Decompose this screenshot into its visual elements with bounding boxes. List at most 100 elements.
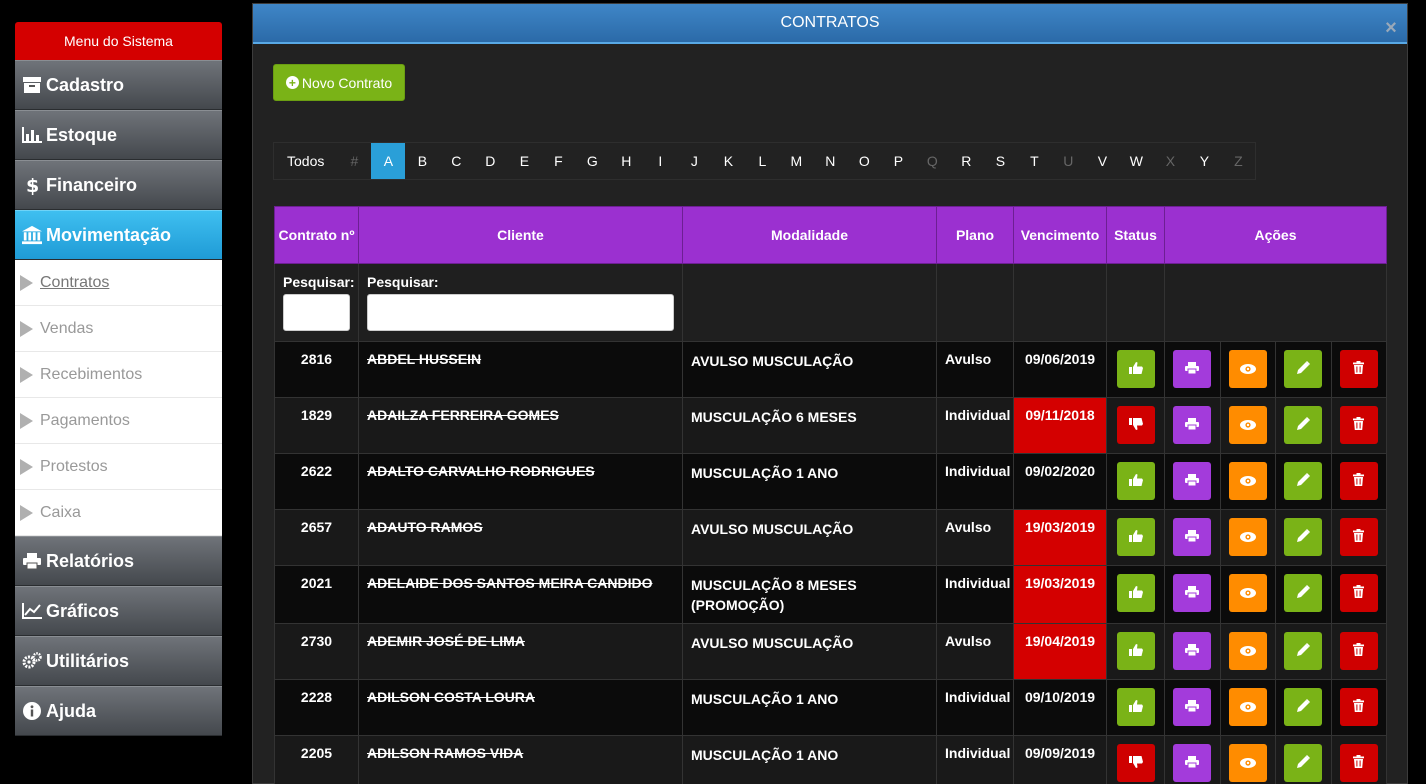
delete-button[interactable]	[1339, 518, 1378, 556]
delete-button[interactable]	[1339, 462, 1378, 500]
filter-todos[interactable]: Todos	[274, 143, 337, 179]
print-button[interactable]	[1173, 632, 1212, 670]
menu-item-financeiro[interactable]: $ Financeiro	[15, 160, 222, 210]
status-button[interactable]	[1116, 688, 1155, 726]
print-button[interactable]	[1173, 688, 1212, 726]
menu-item-movimentacao[interactable]: Movimentação	[15, 210, 222, 260]
filter-letter[interactable]: B	[405, 143, 439, 179]
header-contrato[interactable]: Contrato nº	[274, 206, 359, 264]
table-row[interactable]: 2205 ADILSON RAMOS VIDA MUSCULAÇÃO 1 ANO In…	[274, 735, 1387, 784]
status-button[interactable]	[1116, 462, 1155, 500]
filter-letter[interactable]: #	[337, 143, 371, 179]
filter-letter[interactable]: S	[983, 143, 1017, 179]
submenu-item-recebimentos[interactable]: Recebimentos	[15, 352, 222, 398]
filter-letter[interactable]: R	[949, 143, 983, 179]
menu-item-cadastro[interactable]: Cadastro	[15, 60, 222, 110]
delete-button[interactable]	[1339, 406, 1378, 444]
menu-item-relatorios[interactable]: Relatórios	[15, 536, 222, 586]
print-button[interactable]	[1173, 406, 1212, 444]
filter-letter[interactable]: O	[847, 143, 881, 179]
table-row[interactable]: 2657 ADAUTO RAMOS AVULSO MUSCULAÇÃO Avulso 1…	[274, 509, 1387, 566]
close-icon[interactable]: ×	[1380, 17, 1402, 39]
view-button[interactable]	[1228, 574, 1267, 612]
delete-button[interactable]	[1339, 744, 1378, 782]
table-row[interactable]: 1829 ADAILZA FERREIRA GOMES MUSCULAÇÃO 6 M…	[274, 397, 1387, 454]
view-button[interactable]	[1228, 688, 1267, 726]
filter-letter[interactable]: I	[643, 143, 677, 179]
filter-letter[interactable]: T	[1017, 143, 1051, 179]
status-button[interactable]	[1116, 518, 1155, 556]
edit-button[interactable]	[1284, 744, 1323, 782]
delete-button[interactable]	[1339, 574, 1378, 612]
menu-item-utilitarios[interactable]: Utilitários	[15, 636, 222, 686]
filter-letter[interactable]: M	[779, 143, 813, 179]
filter-letter[interactable]: Z	[1221, 143, 1255, 179]
filter-letter[interactable]: X	[1153, 143, 1187, 179]
filter-letter[interactable]: W	[1119, 143, 1153, 179]
new-contract-button[interactable]: + Novo Contrato	[273, 64, 405, 101]
edit-button[interactable]	[1284, 406, 1323, 444]
submenu-item-contratos[interactable]: Contratos	[15, 260, 222, 306]
print-button[interactable]	[1173, 574, 1212, 612]
print-button[interactable]	[1173, 518, 1212, 556]
search-contrato-input[interactable]	[283, 294, 350, 331]
delete-button[interactable]	[1339, 632, 1378, 670]
filter-letter[interactable]: P	[881, 143, 915, 179]
header-status[interactable]: Status	[1106, 206, 1165, 264]
header-vencimento[interactable]: Vencimento	[1013, 206, 1107, 264]
submenu-item-vendas[interactable]: Vendas	[15, 306, 222, 352]
filter-letter[interactable]: H	[609, 143, 643, 179]
print-button[interactable]	[1173, 744, 1212, 782]
status-button[interactable]	[1116, 350, 1155, 388]
edit-button[interactable]	[1284, 350, 1323, 388]
edit-button[interactable]	[1284, 462, 1323, 500]
menu-item-ajuda[interactable]: Ajuda	[15, 686, 222, 736]
edit-button[interactable]	[1284, 574, 1323, 612]
table-row[interactable]: 2622 ADALTO CARVALHO RODRIGUES MUSCULAÇÃO …	[274, 453, 1387, 510]
view-button[interactable]	[1228, 744, 1267, 782]
header-cliente[interactable]: Cliente	[358, 206, 683, 264]
edit-button[interactable]	[1284, 632, 1323, 670]
status-button[interactable]	[1116, 632, 1155, 670]
filter-letter[interactable]: L	[745, 143, 779, 179]
status-button[interactable]	[1116, 744, 1155, 782]
filter-letter[interactable]: G	[575, 143, 609, 179]
filter-letter[interactable]: A	[371, 143, 406, 179]
view-button[interactable]	[1228, 350, 1267, 388]
view-button[interactable]	[1228, 406, 1267, 444]
filter-letter[interactable]: V	[1085, 143, 1119, 179]
table-row[interactable]: 2816 ABDEL HUSSEIN AVULSO MUSCULAÇÃO Avulso…	[274, 341, 1387, 398]
submenu-item-pagamentos[interactable]: Pagamentos	[15, 398, 222, 444]
filter-letter[interactable]: Q	[915, 143, 949, 179]
delete-button[interactable]	[1339, 688, 1378, 726]
table-row[interactable]: 2730 ADEMIR JOSÉ DE LIMA AVULSO MUSCULAÇÃO…	[274, 623, 1387, 680]
filter-letter[interactable]: Y	[1187, 143, 1221, 179]
filter-letter[interactable]: D	[473, 143, 507, 179]
filter-letter[interactable]: C	[439, 143, 473, 179]
view-button[interactable]	[1228, 462, 1267, 500]
status-button[interactable]	[1116, 406, 1155, 444]
filter-letter[interactable]: E	[507, 143, 541, 179]
submenu-item-protestos[interactable]: Protestos	[15, 444, 222, 490]
status-button[interactable]	[1116, 574, 1155, 612]
header-plano[interactable]: Plano	[936, 206, 1014, 264]
submenu-item-caixa[interactable]: Caixa	[15, 490, 222, 536]
search-cliente-input[interactable]	[367, 294, 674, 331]
print-button[interactable]	[1173, 462, 1212, 500]
filter-letter[interactable]: U	[1051, 143, 1085, 179]
delete-button[interactable]	[1339, 350, 1378, 388]
edit-button[interactable]	[1284, 688, 1323, 726]
filter-letter[interactable]: N	[813, 143, 847, 179]
filter-letter[interactable]: J	[677, 143, 711, 179]
filter-letter[interactable]: F	[541, 143, 575, 179]
filter-letter[interactable]: K	[711, 143, 745, 179]
print-button[interactable]	[1173, 350, 1212, 388]
edit-button[interactable]	[1284, 518, 1323, 556]
table-row[interactable]: 2021 ADELAIDE DOS SANTOS MEIRA CANDIDO MUS…	[274, 565, 1387, 624]
menu-item-estoque[interactable]: Estoque	[15, 110, 222, 160]
view-button[interactable]	[1228, 632, 1267, 670]
header-modalidade[interactable]: Modalidade	[682, 206, 937, 264]
menu-item-graficos[interactable]: Gráficos	[15, 586, 222, 636]
view-button[interactable]	[1228, 518, 1267, 556]
table-row[interactable]: 2228 ADILSON COSTA LOURA MUSCULAÇÃO 1 ANO I…	[274, 679, 1387, 736]
